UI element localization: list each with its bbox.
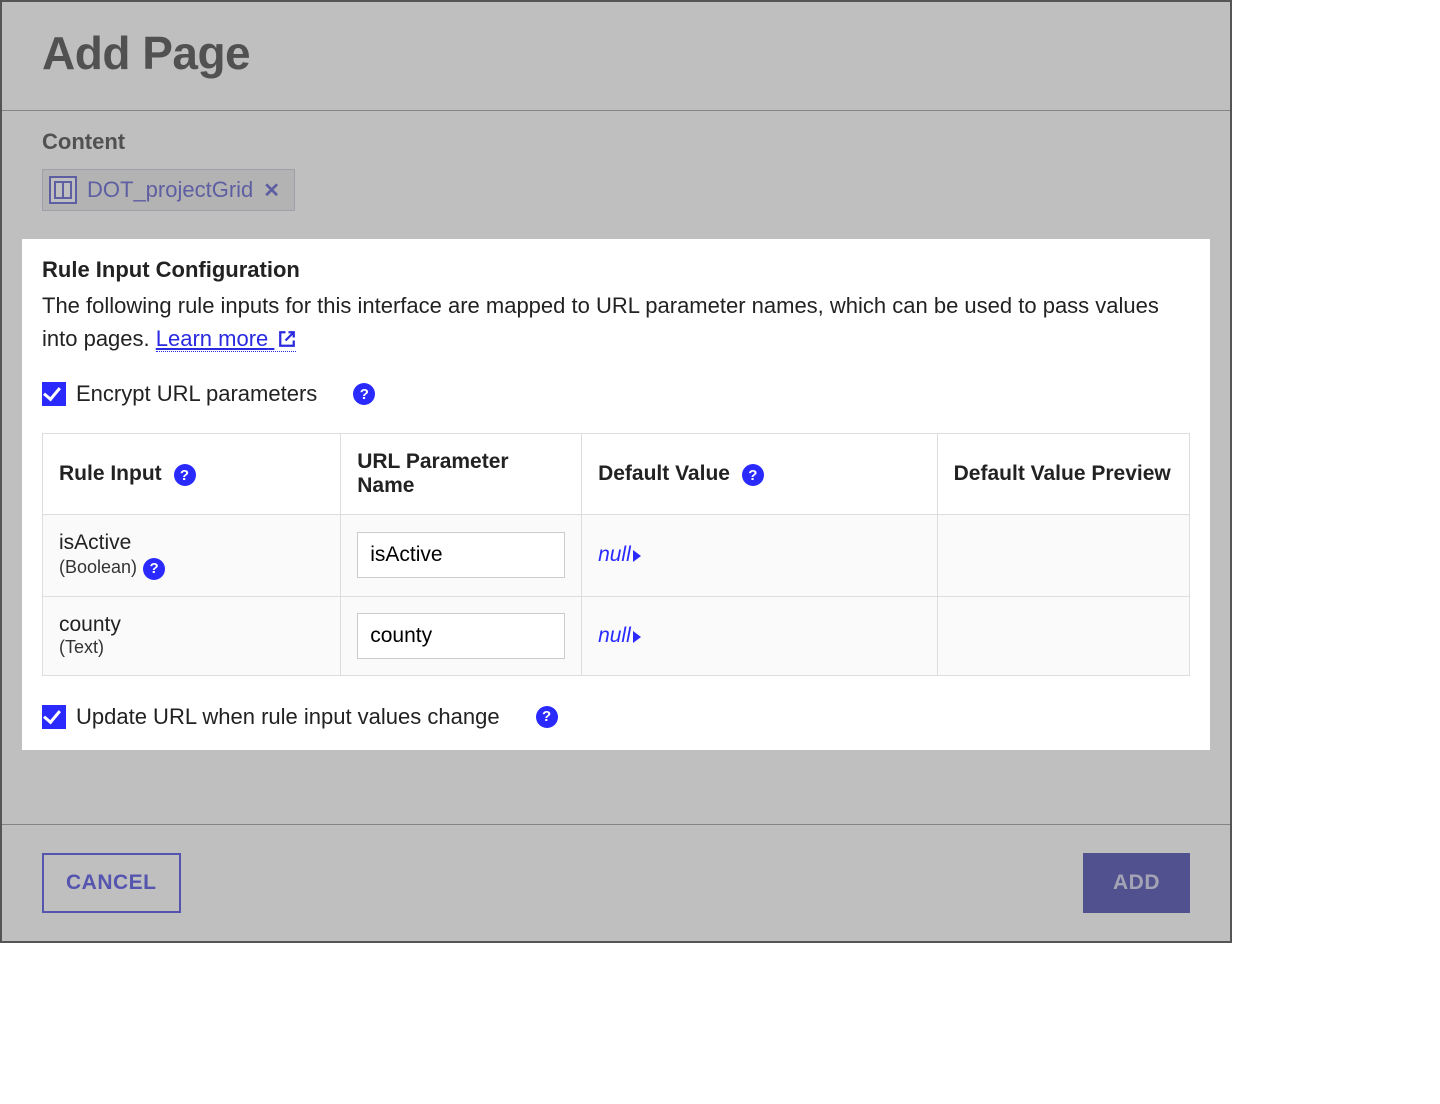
rule-config-title: Rule Input Configuration: [42, 257, 1190, 283]
col-default-value: Default Value ?: [582, 434, 938, 515]
encrypt-url-checkbox-row: Encrypt URL parameters ?: [42, 381, 1190, 407]
learn-more-text: Learn more: [156, 326, 269, 351]
chevron-right-icon[interactable]: [633, 550, 641, 562]
col-rule-input: Rule Input ?: [43, 434, 341, 515]
encrypt-url-label: Encrypt URL parameters: [76, 381, 317, 407]
col-default-preview: Default Value Preview: [937, 434, 1189, 515]
rule-input-configuration-panel: Rule Input Configuration The following r…: [22, 239, 1210, 750]
col-url-param: URL Parameter Name: [341, 434, 582, 515]
rule-input-name: county: [59, 613, 324, 637]
rule-input-table: Rule Input ? URL Parameter Name Default …: [42, 433, 1190, 676]
external-link-icon: [278, 330, 296, 348]
chevron-right-icon[interactable]: [633, 631, 641, 643]
help-icon[interactable]: ?: [143, 558, 165, 580]
rule-input-name: isActive: [59, 531, 324, 555]
rule-input-type: (Text): [59, 637, 324, 658]
add-button[interactable]: ADD: [1083, 853, 1190, 913]
dialog-header: Add Page: [2, 2, 1230, 111]
update-url-checkbox-row: Update URL when rule input values change…: [42, 704, 1190, 730]
table-row: isActive (Boolean)? null: [43, 515, 1190, 597]
default-value[interactable]: null: [598, 543, 631, 566]
url-parameter-input[interactable]: [357, 532, 565, 578]
help-icon[interactable]: ?: [536, 706, 558, 728]
dialog-body: Content DOT_projectGrid ✕ Rule Input Con…: [2, 111, 1230, 824]
help-icon[interactable]: ?: [742, 464, 764, 486]
close-icon[interactable]: ✕: [263, 178, 280, 203]
content-chip[interactable]: DOT_projectGrid ✕: [42, 169, 295, 211]
col-rule-input-label: Rule Input: [59, 462, 162, 485]
encrypt-url-checkbox[interactable]: [42, 382, 66, 406]
help-icon[interactable]: ?: [353, 383, 375, 405]
learn-more-link[interactable]: Learn more: [156, 326, 297, 352]
dialog-footer: CANCEL ADD: [2, 824, 1230, 941]
update-url-checkbox[interactable]: [42, 705, 66, 729]
url-parameter-input[interactable]: [357, 613, 565, 659]
add-page-dialog: Add Page Content DOT_projectGrid ✕ Rule …: [0, 0, 1232, 943]
dialog-title: Add Page: [42, 26, 1190, 80]
col-default-value-label: Default Value: [598, 462, 730, 485]
help-icon[interactable]: ?: [174, 464, 196, 486]
cancel-button[interactable]: CANCEL: [42, 853, 181, 913]
table-row: county (Text) null: [43, 596, 1190, 675]
default-value[interactable]: null: [598, 624, 631, 647]
update-url-label: Update URL when rule input values change: [76, 704, 500, 730]
rule-config-description: The following rule inputs for this inter…: [42, 289, 1190, 355]
content-label: Content: [42, 129, 1190, 155]
default-preview-cell: [937, 596, 1189, 675]
default-preview-cell: [937, 515, 1189, 597]
interface-icon: [49, 176, 77, 204]
rule-input-type: (Boolean): [59, 557, 137, 577]
content-chip-label: DOT_projectGrid: [87, 177, 253, 203]
